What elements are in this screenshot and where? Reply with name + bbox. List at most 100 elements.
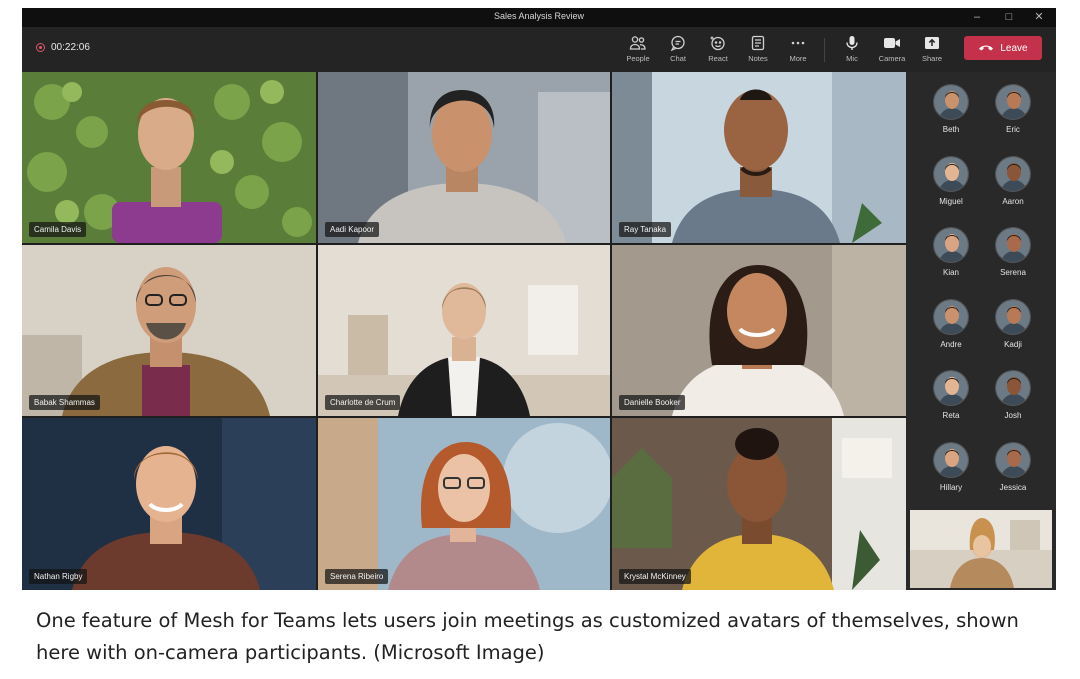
more-button[interactable]: More bbox=[780, 33, 816, 63]
participant-name-tag: Nathan Rigby bbox=[29, 569, 88, 584]
notes-icon bbox=[740, 33, 776, 53]
title-bar: Sales Analysis Review – □ ✕ bbox=[22, 8, 1056, 27]
video-tile-camera[interactable]: Aadi Kapoor bbox=[318, 72, 610, 243]
record-icon bbox=[36, 43, 45, 52]
self-view-image bbox=[910, 510, 1052, 588]
avatar bbox=[995, 84, 1031, 120]
maximize-button[interactable]: □ bbox=[998, 10, 1020, 24]
window-title: Sales Analysis Review bbox=[493, 11, 585, 21]
roster-participant[interactable]: Kian bbox=[921, 227, 981, 277]
camera-video bbox=[318, 245, 610, 416]
people-icon bbox=[620, 33, 656, 53]
react-label: React bbox=[708, 54, 728, 63]
teams-window: Sales Analysis Review – □ ✕ 00:22:06 Peo… bbox=[22, 8, 1056, 590]
roster-participant[interactable]: Reta bbox=[921, 370, 981, 420]
hang-up-icon bbox=[978, 43, 994, 54]
roster-participant[interactable]: Miguel bbox=[921, 155, 981, 206]
react-icon bbox=[700, 33, 736, 53]
chat-label: Chat bbox=[670, 54, 686, 63]
leave-label: Leave bbox=[1000, 42, 1028, 54]
participant-name-tag: Ray Tanaka bbox=[619, 222, 672, 237]
video-tile-avatar[interactable]: Ray Tanaka bbox=[612, 72, 906, 243]
roster-participant[interactable]: Eric bbox=[983, 84, 1043, 134]
mic-button[interactable]: Mic bbox=[834, 33, 870, 63]
participant-name: Eric bbox=[1006, 125, 1020, 134]
more-icon bbox=[780, 33, 816, 53]
leave-button[interactable]: Leave bbox=[964, 36, 1042, 60]
people-button[interactable]: People bbox=[620, 33, 656, 63]
participant-name: Andre bbox=[940, 339, 962, 349]
participant-name-tag: Aadi Kapoor bbox=[325, 222, 380, 237]
react-button[interactable]: React bbox=[700, 33, 736, 63]
notes-button[interactable]: Notes bbox=[740, 33, 776, 63]
roster-participant[interactable]: Josh bbox=[983, 370, 1043, 420]
video-tile-avatar[interactable]: Camila Davis bbox=[22, 72, 316, 243]
avatar-video bbox=[612, 418, 906, 590]
video-tile-camera[interactable]: Danielle Booker bbox=[612, 245, 906, 416]
avatar bbox=[995, 298, 1031, 335]
participant-name: Beth bbox=[942, 125, 960, 134]
participant-name-tag: Krystal McKinney bbox=[619, 569, 691, 584]
video-tile-camera[interactable]: Nathan Rigby bbox=[22, 418, 316, 590]
share-button[interactable]: Share bbox=[914, 33, 950, 63]
avatar bbox=[933, 84, 969, 120]
camera-button[interactable]: Camera bbox=[874, 33, 910, 63]
minimize-button[interactable]: – bbox=[966, 10, 988, 24]
camera-label: Camera bbox=[878, 54, 906, 63]
share-icon bbox=[914, 33, 950, 53]
video-grid: Camila Davis Aadi Kapoor Ray Tanaka Baba… bbox=[22, 72, 906, 590]
roster-participant[interactable]: Jessica bbox=[983, 441, 1043, 492]
mic-label: Mic bbox=[846, 54, 858, 63]
camera-video bbox=[612, 245, 906, 416]
avatar-video bbox=[318, 418, 610, 590]
self-view-video[interactable] bbox=[910, 510, 1052, 588]
participant-name: Hillary bbox=[939, 482, 963, 492]
toolbar-divider bbox=[824, 38, 825, 62]
camera-video bbox=[318, 72, 610, 243]
participant-name: Aaron bbox=[1002, 196, 1024, 206]
roster-participant[interactable]: Aaron bbox=[983, 155, 1043, 206]
chat-button[interactable]: Chat bbox=[660, 33, 696, 63]
avatar bbox=[933, 370, 969, 406]
meeting-toolbar: 00:22:06 People Chat React Notes More Mi… bbox=[22, 27, 1056, 72]
video-tile-camera[interactable]: Charlotte de Crum bbox=[318, 245, 610, 416]
avatar-video bbox=[612, 72, 906, 243]
chat-icon bbox=[660, 33, 696, 53]
people-label: People bbox=[626, 54, 650, 63]
participant-name: Kadji bbox=[1004, 339, 1022, 349]
roster-participant[interactable]: Beth bbox=[921, 84, 981, 134]
participant-name-tag: Babak Shammas bbox=[29, 395, 100, 410]
participant-name: Kian bbox=[942, 268, 959, 277]
mic-icon bbox=[834, 33, 870, 53]
video-tile-avatar[interactable]: Serena Ribeiro bbox=[318, 418, 610, 590]
participant-name-tag: Serena Ribeiro bbox=[325, 569, 389, 584]
roster-participant[interactable]: Andre bbox=[921, 298, 981, 349]
recording-indicator: 00:22:06 bbox=[36, 42, 90, 53]
avatar bbox=[995, 441, 1031, 478]
participant-name: Reta bbox=[942, 411, 960, 420]
camera-icon bbox=[874, 33, 910, 53]
participant-name: Josh bbox=[1004, 411, 1022, 420]
participant-name: Jessica bbox=[999, 482, 1027, 492]
avatar bbox=[995, 370, 1031, 406]
avatar bbox=[933, 227, 969, 263]
share-label: Share bbox=[921, 54, 942, 63]
roster-participant[interactable]: Serena bbox=[983, 227, 1043, 277]
participant-name-tag: Danielle Booker bbox=[619, 395, 686, 410]
notes-label: Notes bbox=[748, 54, 768, 63]
camera-video bbox=[22, 245, 316, 416]
camera-video bbox=[22, 418, 316, 590]
participant-name: Serena bbox=[1000, 268, 1026, 277]
avatar bbox=[995, 155, 1031, 192]
video-tile-camera[interactable]: Babak Shammas bbox=[22, 245, 316, 416]
avatar-video bbox=[22, 72, 316, 243]
participant-name-tag: Camila Davis bbox=[29, 222, 87, 237]
roster-participant[interactable]: Kadji bbox=[983, 298, 1043, 349]
roster-participant[interactable]: Hillary bbox=[921, 441, 981, 492]
avatar bbox=[995, 227, 1031, 263]
image-caption: One feature of Mesh for Teams lets users… bbox=[36, 609, 1019, 664]
participant-name-tag: Charlotte de Crum bbox=[325, 395, 401, 410]
more-label: More bbox=[789, 54, 807, 63]
video-tile-avatar[interactable]: Krystal McKinney bbox=[612, 418, 906, 590]
close-button[interactable]: ✕ bbox=[1028, 10, 1050, 24]
